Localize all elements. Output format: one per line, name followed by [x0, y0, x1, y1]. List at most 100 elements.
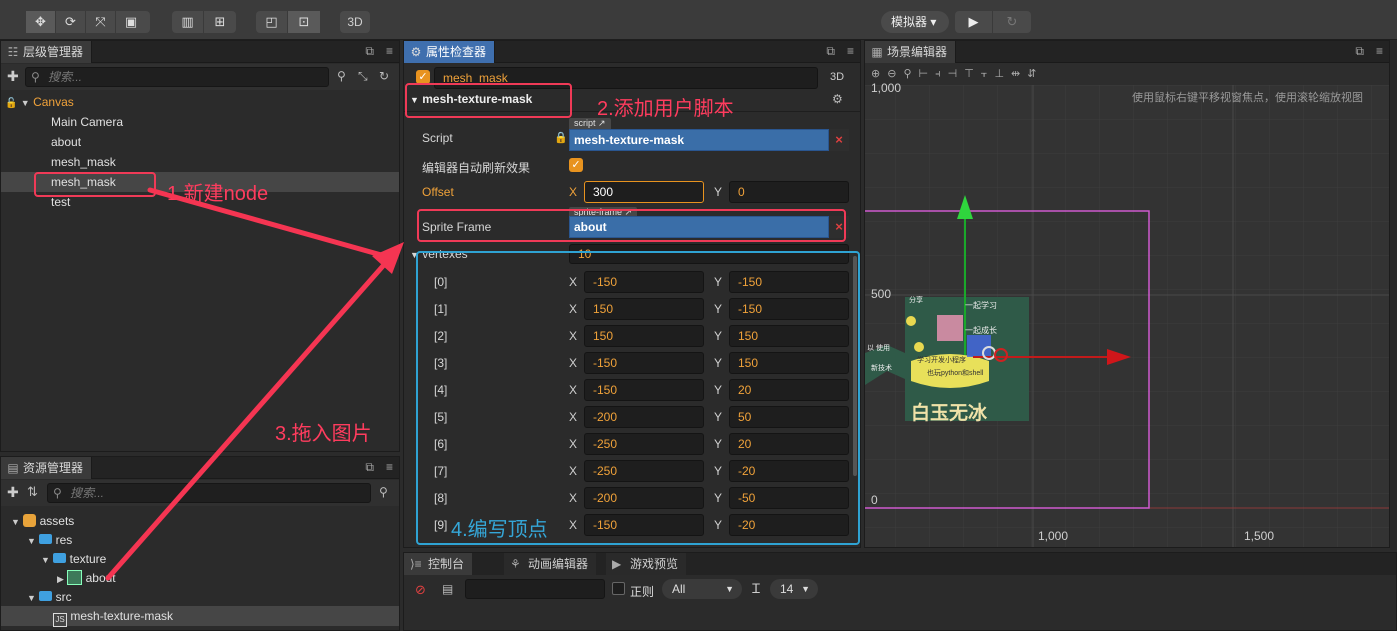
menu-icon[interactable]: ≡: [386, 44, 393, 59]
popout-icon[interactable]: ⧉: [826, 44, 835, 59]
scene-canvas[interactable]: [865, 85, 1390, 548]
zoom-out-icon[interactable]: ⊖: [887, 68, 903, 80]
asset-item-about[interactable]: ▶ about: [57, 568, 116, 588]
tab-hierarchy[interactable]: ☷ 层级管理器: [1, 41, 93, 63]
expand-arrow-icon[interactable]: ▼: [21, 98, 30, 108]
pivot-icon[interactable]: ▥: [172, 11, 204, 33]
sort-icon[interactable]: ⇅: [27, 484, 38, 500]
asset-label: assets: [39, 514, 75, 528]
node-active-checkbox[interactable]: ✓: [416, 70, 430, 84]
tree-item[interactable]: mesh_mask: [51, 152, 116, 172]
distribute-h-icon[interactable]: ⇹: [1011, 68, 1027, 80]
search-placeholder: 搜索...: [70, 486, 105, 500]
top-toolbar: ✥ ⟳ ⤧ ▣ ▥ ⊞ ◰ ⊡ 3D 模拟器 ▾ ▶ ↻: [0, 0, 1397, 40]
auto-refresh-checkbox[interactable]: ✓: [569, 158, 583, 172]
popout-icon[interactable]: ⧉: [1355, 44, 1364, 59]
image-text: 白玉无冰: [911, 403, 988, 424]
tab-animation[interactable]: ⚘ 动画编辑器: [504, 553, 597, 575]
popout-icon[interactable]: ⧉: [365, 44, 374, 59]
offset-y-input[interactable]: 0: [729, 181, 849, 203]
search-icon[interactable]: ⚲: [337, 69, 346, 83]
align-right-icon[interactable]: ⊣: [948, 68, 965, 80]
clear-script-icon[interactable]: ×: [829, 129, 849, 151]
tree-item-canvas[interactable]: 🔓 ▼ Canvas: [5, 92, 395, 112]
zoom-fit-icon[interactable]: ⚲: [903, 68, 918, 80]
asset-item-src[interactable]: ▼ src: [27, 587, 72, 607]
align-center-icon[interactable]: ⫞: [935, 68, 948, 80]
asset-label: texture: [69, 552, 107, 566]
search-placeholder: 搜索...: [48, 70, 83, 84]
asset-item-assets[interactable]: ▼ assets: [11, 511, 74, 531]
lock-icon[interactable]: 🔓: [5, 98, 17, 109]
local-icon[interactable]: ⊞: [204, 11, 236, 33]
tab-preview[interactable]: ▶ 游戏预览: [606, 553, 687, 575]
move-tool-icon[interactable]: ✥: [26, 11, 56, 33]
menu-icon[interactable]: ≡: [847, 44, 854, 59]
tab-inspector[interactable]: ⚙ 属性检查器: [404, 41, 496, 63]
refresh-icon[interactable]: ↻: [379, 69, 389, 83]
menu-icon[interactable]: ≡: [386, 460, 393, 475]
component-settings-icon[interactable]: ⚙: [832, 92, 843, 106]
3d-toggle[interactable]: 3D: [830, 71, 844, 83]
font-size-select[interactable]: 14 ▼: [770, 579, 818, 599]
canvas-label: Canvas: [33, 95, 74, 109]
zoom-in-icon[interactable]: ⊕: [871, 68, 887, 80]
clear-console-icon[interactable]: ⊘: [415, 582, 426, 598]
hierarchy-search-input[interactable]: ⚲ 搜索...: [25, 67, 329, 87]
align-bottom-icon[interactable]: ⊥: [994, 68, 1011, 80]
align-middle-icon[interactable]: ⫟: [981, 68, 995, 80]
font-size-icon: Ꮖ: [752, 581, 761, 596]
log-level-select[interactable]: All ▼: [662, 579, 742, 599]
annotation-box-1: [34, 172, 156, 197]
tree-item[interactable]: about: [51, 132, 81, 152]
simulator-select[interactable]: 模拟器 ▾: [881, 11, 949, 33]
add-node-icon[interactable]: ✚: [7, 68, 19, 85]
search-icon: ⚲: [53, 486, 62, 500]
3d-toggle-button[interactable]: 3D: [340, 11, 370, 33]
distribute-v-icon[interactable]: ⇵: [1027, 68, 1043, 80]
menu-icon[interactable]: ≡: [1376, 44, 1383, 59]
tab-console[interactable]: ⟩≡ 控制台: [404, 553, 473, 575]
snap-icon[interactable]: ◰: [256, 11, 288, 33]
open-log-icon[interactable]: ▤: [442, 582, 453, 596]
grid-label: 1,000: [1038, 529, 1069, 543]
popout-icon[interactable]: ⧉: [365, 460, 374, 475]
align-left-icon[interactable]: ⊢: [919, 68, 936, 80]
asset-item-texture[interactable]: ▼ texture: [41, 549, 106, 569]
collapse-icon[interactable]: ⤡: [358, 69, 368, 84]
asset-item-res[interactable]: ▼ res: [27, 530, 72, 550]
grid-label: 1,000: [871, 81, 902, 95]
tree-item[interactable]: Main Camera: [51, 112, 123, 132]
image-text: 分享: [909, 297, 923, 304]
offset-x-input[interactable]: 300: [584, 181, 704, 203]
rect-tool-icon[interactable]: ▣: [116, 11, 146, 33]
scale-tool-icon[interactable]: ⤧: [86, 11, 116, 33]
add-asset-icon[interactable]: ✚: [7, 484, 19, 501]
image-text: 一起成长: [965, 326, 997, 335]
assets-panel: ▤ 资源管理器 ⧉ ≡ ✚ ⇅ ⚲ 搜索... ⚲ ▼ assets ▼ res…: [0, 456, 400, 631]
folder-icon: [39, 534, 53, 544]
annotation-box-2: [405, 83, 572, 118]
refresh-icon[interactable]: ↻: [993, 11, 1031, 33]
script-tag[interactable]: script ↗: [569, 118, 611, 129]
tab-assets[interactable]: ▤ 资源管理器: [1, 457, 93, 479]
console-filter-input[interactable]: [465, 579, 605, 599]
align-top-icon[interactable]: ⊤: [964, 68, 981, 80]
grid-snap-icon[interactable]: ⊡: [288, 11, 320, 33]
grid-label: 500: [871, 287, 892, 301]
chevron-down-icon: ▼: [725, 584, 734, 594]
rotate-tool-icon[interactable]: ⟳: [56, 11, 86, 33]
folder-icon: [53, 553, 67, 563]
expand-arrow-icon: ▼: [27, 593, 36, 603]
lock-icon: 🔒: [554, 132, 568, 144]
tab-scene[interactable]: ▦ 场景编辑器: [865, 41, 957, 63]
search-icon[interactable]: ⚲: [379, 485, 388, 499]
script-field[interactable]: mesh-texture-mask: [569, 129, 829, 151]
assets-search-input[interactable]: ⚲ 搜索...: [47, 483, 371, 503]
regex-checkbox[interactable]: [612, 582, 625, 595]
expand-arrow-icon: ▼: [41, 555, 50, 565]
pivot-tools: ▥ ⊞: [172, 11, 236, 33]
regex-label: 正则: [630, 585, 655, 599]
play-icon[interactable]: ▶: [955, 11, 993, 33]
asset-item-script[interactable]: JS mesh-texture-mask: [1, 606, 399, 627]
